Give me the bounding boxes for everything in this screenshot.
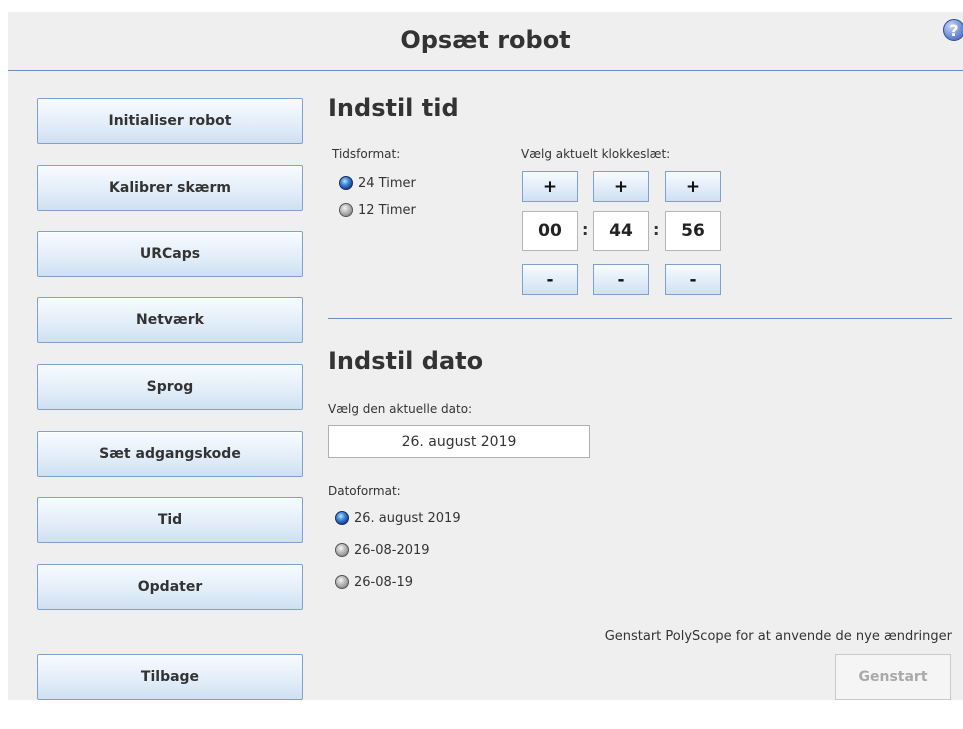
- help-icon[interactable]: ?: [943, 19, 963, 41]
- sidebar-item-initialize-robot[interactable]: Initialiser robot: [37, 98, 303, 144]
- seconds-plus-button[interactable]: +: [665, 171, 721, 202]
- header: Opsæt robot ?: [8, 12, 963, 71]
- section-divider: [328, 318, 952, 319]
- restart-button[interactable]: Genstart: [835, 654, 951, 700]
- seconds-field[interactable]: 56: [665, 211, 721, 251]
- radio-date-dashed-label: 26-08-2019: [354, 543, 430, 558]
- time-heading: Indstil tid: [328, 94, 459, 122]
- radio-24h-label: 24 Timer: [358, 176, 416, 191]
- time-format-label: Tidsformat:: [332, 147, 401, 161]
- current-date-label: Vælg den aktuelle dato:: [328, 402, 473, 416]
- sidebar-item-calibrate-screen[interactable]: Kalibrer skærm: [37, 165, 303, 211]
- date-heading: Indstil dato: [328, 347, 484, 375]
- radio-24h[interactable]: [339, 176, 353, 190]
- back-button[interactable]: Tilbage: [37, 654, 303, 700]
- sidebar-item-urcaps[interactable]: URCaps: [37, 231, 303, 277]
- minutes-plus-button[interactable]: +: [593, 171, 649, 202]
- radio-date-dashed[interactable]: [335, 543, 349, 557]
- radio-date-short[interactable]: [335, 575, 349, 589]
- date-format-label: Datoformat:: [328, 484, 401, 498]
- page-title: Opsæt robot: [400, 26, 571, 54]
- time-separator: :: [582, 220, 589, 239]
- seconds-minus-button[interactable]: -: [665, 264, 721, 295]
- current-time-label: Vælg aktuelt klokkeslæt:: [521, 147, 671, 161]
- hours-plus-button[interactable]: +: [522, 171, 578, 202]
- radio-date-long[interactable]: [335, 511, 349, 525]
- radio-date-short-label: 26-08-19: [354, 575, 414, 590]
- radio-date-long-label: 26. august 2019: [354, 511, 461, 526]
- setup-screen: Opsæt robot ? Initialiser robot Kalibrer…: [8, 12, 963, 700]
- minutes-minus-button[interactable]: -: [593, 264, 649, 295]
- sidebar-item-network[interactable]: Netværk: [37, 297, 303, 343]
- restart-note: Genstart PolyScope for at anvende de nye…: [604, 629, 952, 644]
- sidebar-item-language[interactable]: Sprog: [37, 364, 303, 410]
- sidebar-item-time[interactable]: Tid: [37, 497, 303, 543]
- radio-12h[interactable]: [339, 203, 353, 217]
- date-field[interactable]: 26. august 2019: [328, 425, 590, 458]
- minutes-field[interactable]: 44: [593, 211, 649, 251]
- sidebar-item-update[interactable]: Opdater: [37, 564, 303, 610]
- time-separator: :: [653, 220, 660, 239]
- sidebar-item-set-password[interactable]: Sæt adgangskode: [37, 431, 303, 477]
- hours-minus-button[interactable]: -: [522, 264, 578, 295]
- radio-12h-label: 12 Timer: [358, 203, 416, 218]
- hours-field[interactable]: 00: [522, 211, 578, 251]
